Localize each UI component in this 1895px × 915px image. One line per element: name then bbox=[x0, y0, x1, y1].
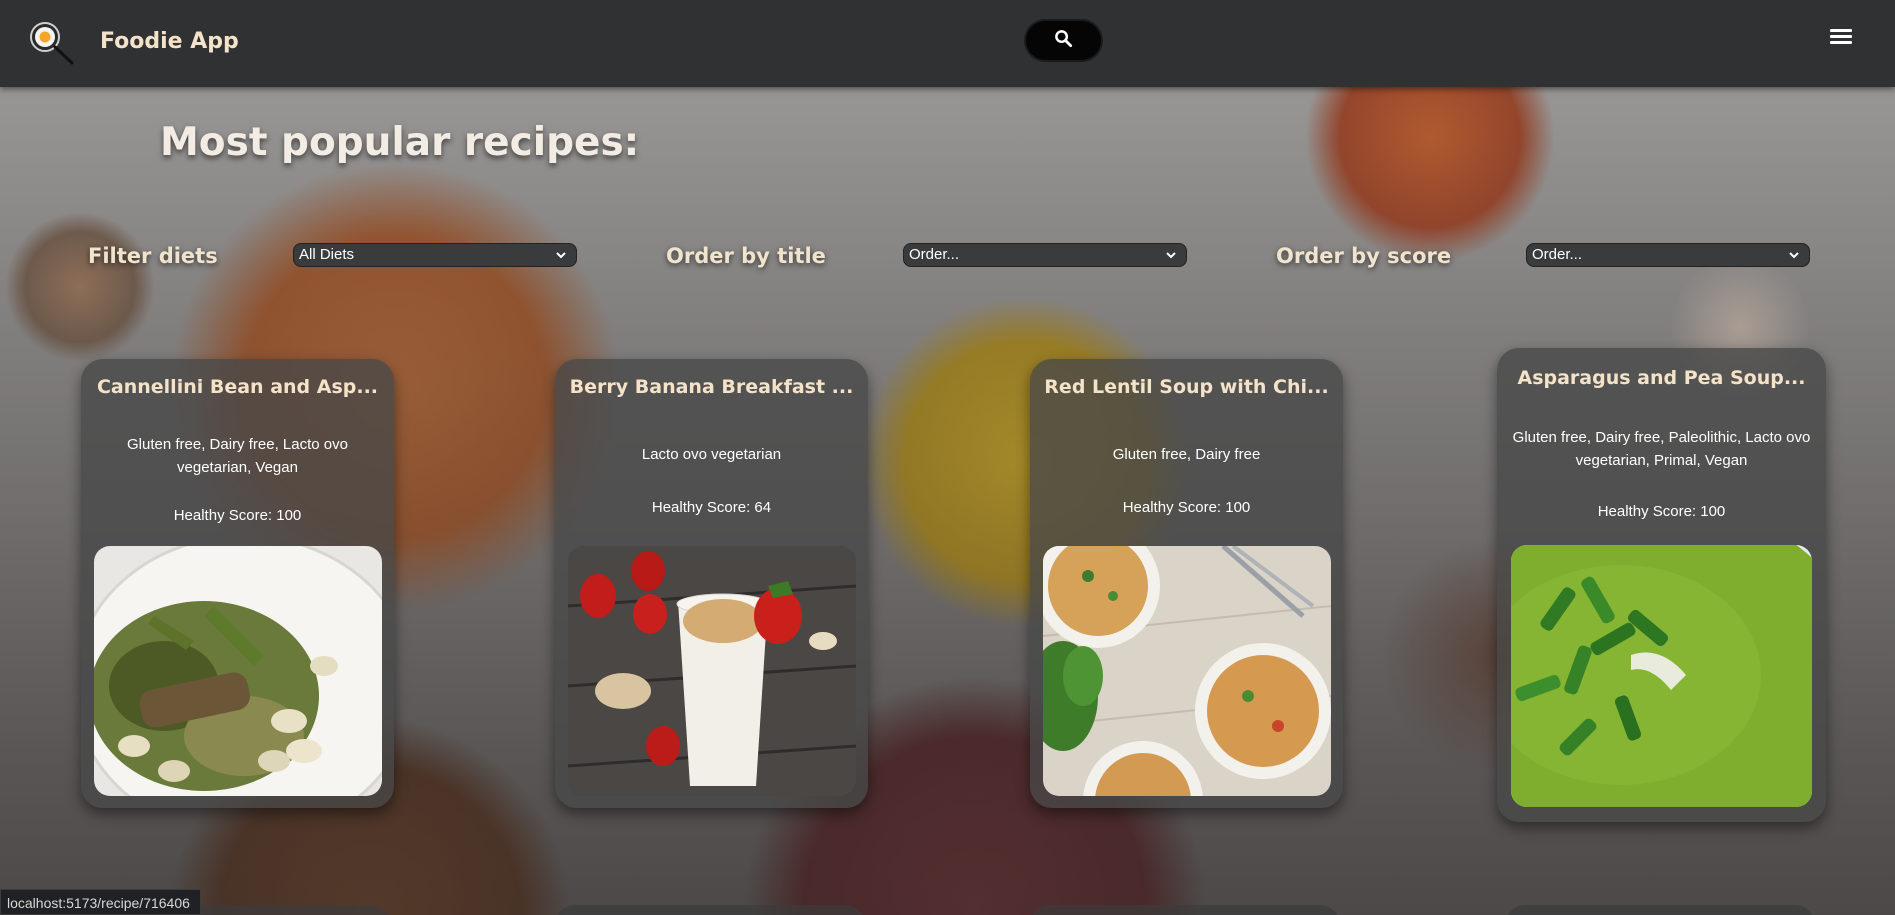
recipe-card[interactable]: Red Lentil Soup with Chi... Gluten free,… bbox=[1030, 359, 1343, 808]
diet-filter-select[interactable]: All Diets bbox=[293, 243, 577, 267]
recipe-diets: Gluten free, Dairy free, Lacto ovo veget… bbox=[127, 436, 348, 476]
top-navbar: Foodie App bbox=[0, 0, 1895, 87]
order-by-title-select[interactable]: Order... bbox=[903, 243, 1187, 267]
order-by-title-value: Order... bbox=[909, 246, 960, 263]
hamburger-menu-icon[interactable] bbox=[1830, 26, 1852, 48]
page-heading: Most popular recipes: bbox=[160, 120, 640, 165]
recipe-card[interactable]: Cannellini Bean and Asp... Gluten free, … bbox=[81, 359, 394, 808]
recipe-health-score: Healthy Score: 64 bbox=[651, 499, 772, 516]
recipe-title[interactable]: Cannellini Bean and Asp... bbox=[81, 376, 394, 398]
recipe-card[interactable]: Berry Banana Breakfast ... Lacto ovo veg… bbox=[555, 359, 868, 808]
recipe-diets: Lacto ovo vegetarian bbox=[641, 446, 782, 463]
chevron-down-icon bbox=[1166, 252, 1176, 259]
recipe-diets: Gluten free, Dairy free bbox=[1112, 446, 1261, 463]
search-button[interactable] bbox=[1026, 21, 1101, 60]
recipe-image[interactable] bbox=[1043, 546, 1331, 796]
recipe-diets: Gluten free, Dairy free, Paleolithic, La… bbox=[1512, 429, 1811, 469]
recipe-health-score: Healthy Score: 100 bbox=[1122, 499, 1251, 516]
recipe-card[interactable] bbox=[1505, 905, 1815, 915]
recipe-image[interactable] bbox=[94, 546, 382, 796]
chevron-down-icon bbox=[1789, 252, 1799, 259]
chevron-down-icon bbox=[556, 252, 566, 259]
order-by-title-label: Order by title bbox=[666, 244, 826, 268]
recipe-card[interactable]: Asparagus and Pea Soup... Gluten free, D… bbox=[1497, 348, 1826, 822]
recipe-title[interactable]: Asparagus and Pea Soup... bbox=[1497, 367, 1826, 389]
recipe-card[interactable] bbox=[555, 905, 865, 915]
diet-filter-value: All Diets bbox=[299, 246, 355, 263]
recipe-health-score: Healthy Score: 100 bbox=[173, 507, 302, 524]
recipe-image[interactable] bbox=[568, 546, 856, 796]
search-icon bbox=[1054, 29, 1073, 52]
recipe-image[interactable] bbox=[1511, 545, 1812, 807]
recipe-health-score: Healthy Score: 100 bbox=[1597, 503, 1726, 520]
frying-pan-egg-icon[interactable] bbox=[28, 20, 74, 66]
order-by-score-value: Order... bbox=[1532, 246, 1583, 263]
recipe-title[interactable]: Red Lentil Soup with Chi... bbox=[1030, 376, 1343, 398]
link-preview-status-bar: localhost:5173/recipe/716406 bbox=[0, 889, 201, 915]
recipe-title[interactable]: Berry Banana Breakfast ... bbox=[555, 376, 868, 398]
recipe-card[interactable] bbox=[1030, 905, 1340, 915]
order-by-score-select[interactable]: Order... bbox=[1526, 243, 1810, 267]
order-by-score-label: Order by score bbox=[1276, 244, 1452, 268]
app-title[interactable]: Foodie App bbox=[100, 29, 239, 54]
filter-diets-label: Filter diets bbox=[88, 244, 218, 268]
